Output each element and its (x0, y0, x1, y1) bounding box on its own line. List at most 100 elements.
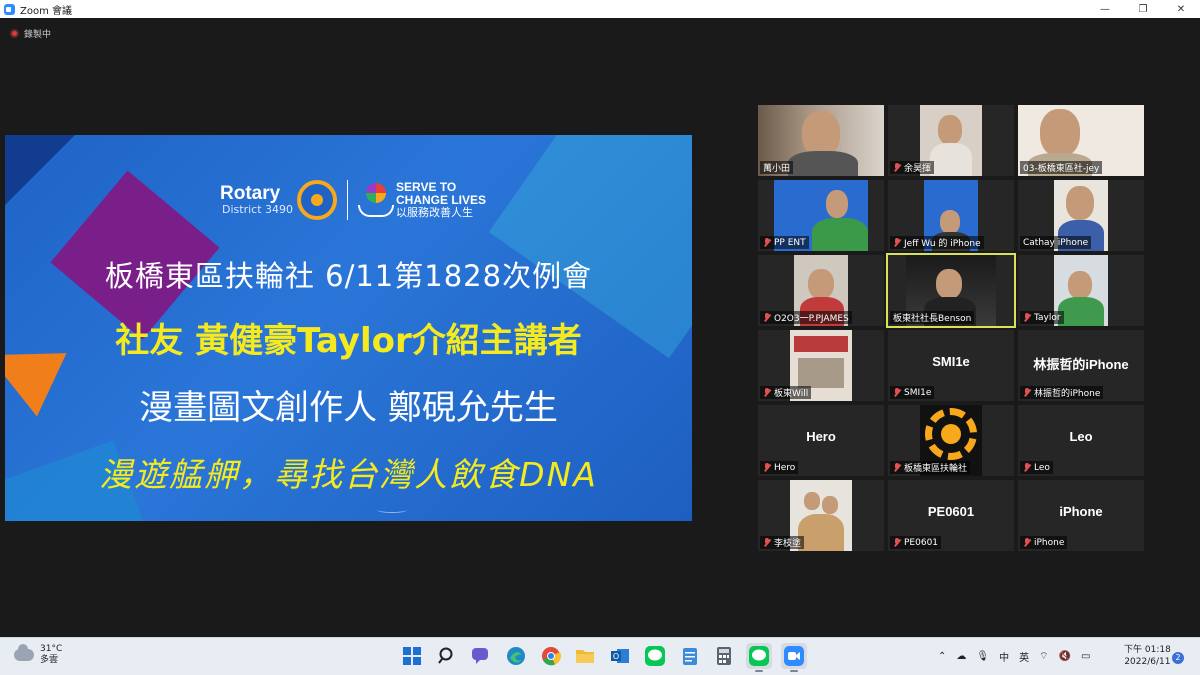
participant-name: O2O3一P.PJAMES (774, 314, 849, 324)
weather-widget[interactable]: 31°C 多雲 (14, 644, 62, 666)
participant-display-name: 林振哲的iPhone (1033, 357, 1129, 372)
participant-label: 萬小田 (760, 161, 794, 174)
participant-tile[interactable]: SMI1e SMI1e (888, 330, 1014, 401)
participant-name: SMI1e (904, 387, 932, 398)
participant-name: 板東Will (774, 389, 809, 399)
participant-label: Taylor (1020, 311, 1064, 324)
participant-tile[interactable]: Taylor (1018, 255, 1144, 326)
participant-name: Leo (1034, 462, 1050, 473)
record-icon (10, 29, 19, 38)
muted-mic-icon (893, 238, 901, 247)
recording-label: 錄製中 (24, 30, 52, 40)
slide-heading: 板橋東區扶輪社 6/11第1828次例會 (104, 259, 593, 293)
participant-label: 03-板橋東區社-jey (1020, 161, 1103, 174)
minimize-button[interactable]: — (1086, 0, 1124, 18)
participant-label: SMI1e (890, 386, 935, 399)
participant-tile[interactable]: Leo Leo (1018, 405, 1144, 476)
taskbar-apps: O (399, 643, 815, 672)
serve-hands-icon (356, 183, 396, 217)
muted-mic-icon (763, 538, 771, 547)
clock-date: 2022/6/11 (1124, 657, 1171, 667)
shared-screen: Rotary District 3490 SERVE TO CHANGE LIV… (5, 135, 692, 521)
participant-tile[interactable]: Jeff Wu 的 iPhone (888, 180, 1014, 251)
title-bar: Zoom 會議 — ❐ ✕ (0, 0, 1200, 18)
participant-display-name: iPhone (1059, 504, 1103, 519)
zoom-running-icon[interactable] (780, 643, 807, 672)
line-running-icon[interactable] (745, 643, 772, 672)
wifi-icon[interactable]: ⌔ (1039, 650, 1048, 663)
participant-name: Hero (774, 462, 796, 473)
participant-label: PE0601 (890, 536, 942, 549)
muted-mic-icon (893, 463, 901, 472)
participant-tile[interactable]: 萬小田 (758, 105, 884, 176)
search-icon[interactable] (434, 643, 460, 669)
notepad-icon[interactable] (677, 643, 703, 669)
calculator-icon[interactable] (711, 643, 737, 669)
participant-name: PP ENT (774, 237, 806, 248)
participant-tile[interactable]: 余昊揮 (888, 105, 1014, 176)
district-label: District 3490 (222, 203, 294, 216)
slide-introducer: 社友 黃健豪Taylor介紹主講者 (115, 321, 582, 361)
system-tray: ⌃ ☁ 🎙 中 英 ⌔ 🔇 ▭ (938, 649, 1100, 664)
microphone-icon[interactable]: 🎙 (976, 651, 989, 662)
participant-name: iPhone (1034, 537, 1065, 548)
notification-badge[interactable]: 2 (1172, 652, 1184, 664)
participant-label: iPhone (1020, 536, 1068, 549)
participant-name: 李枝塗 (774, 539, 802, 549)
serve-line3: 以服務改善人生 (396, 206, 474, 219)
active-speaker-tile[interactable]: 板東社社長Benson (886, 253, 1016, 328)
participant-name: 板東社社長Benson (893, 314, 972, 324)
outlook-icon[interactable]: O (607, 643, 633, 669)
rotary-name: Rotary (220, 183, 281, 204)
participant-label: O2O3一P.PJAMES (760, 311, 852, 324)
participant-tile[interactable]: PE0601 PE0601 (888, 480, 1014, 551)
clock-time: 下午 01:18 (1124, 645, 1171, 655)
slide-decor-shape (5, 135, 75, 205)
rotary-wheel-icon (297, 180, 338, 220)
participant-label: 余昊揮 (890, 161, 935, 174)
slide-signature (377, 507, 407, 513)
window-title: Zoom 會議 (20, 5, 73, 17)
participant-label: 李枝塗 (760, 536, 805, 549)
participant-display-name: Leo (1069, 429, 1093, 444)
participant-tile[interactable]: 板東Will (758, 330, 884, 401)
line-icon[interactable] (642, 643, 668, 669)
start-icon[interactable] (399, 643, 425, 669)
tray-chevron-icon[interactable]: ⌃ (938, 651, 946, 662)
recording-indicator[interactable]: 錄製中 (10, 27, 51, 40)
serve-line1: SERVE TO (396, 179, 457, 194)
participant-tile[interactable]: 03-板橋東區社-jey (1018, 105, 1144, 176)
file-explorer-icon[interactable] (572, 643, 598, 669)
window-controls: — ❐ ✕ (1086, 0, 1200, 18)
muted-mic-icon (763, 463, 771, 472)
onedrive-cloud-icon[interactable]: ☁ (956, 651, 966, 662)
close-button[interactable]: ✕ (1162, 0, 1200, 18)
maximize-button[interactable]: ❐ (1124, 0, 1162, 18)
participant-tile[interactable]: Cathay iPhone (1018, 180, 1144, 251)
muted-mic-icon (1023, 538, 1031, 547)
participant-tile[interactable]: 林振哲的iPhone 林振哲的iPhone (1018, 330, 1144, 401)
edge-icon[interactable] (503, 643, 529, 669)
tray-ime[interactable]: 英 (1019, 649, 1029, 664)
volume-icon[interactable]: 🔇 (1059, 651, 1071, 662)
serve-line2: CHANGE LIVES (396, 192, 487, 207)
participant-tile[interactable]: Hero Hero (758, 405, 884, 476)
svg-text:O: O (613, 652, 619, 661)
participant-name: Taylor (1034, 312, 1061, 323)
chat-icon[interactable] (468, 643, 494, 669)
participant-name: 03-板橋東區社-jey (1023, 164, 1100, 174)
participant-tile[interactable]: 板橋東區扶輪社 (888, 405, 1014, 476)
participant-label: Jeff Wu 的 iPhone (890, 236, 984, 249)
participant-tile[interactable]: iPhone iPhone (1018, 480, 1144, 551)
system-clock[interactable]: 下午 01:18 2022/6/11 (1124, 644, 1171, 668)
participant-tile[interactable]: PP ENT (758, 180, 884, 251)
chrome-icon[interactable] (538, 643, 564, 669)
participant-tile[interactable]: 李枝塗 (758, 480, 884, 551)
tray-lang[interactable]: 中 (999, 649, 1009, 664)
battery-icon[interactable]: ▭ (1081, 651, 1090, 662)
participant-tile[interactable]: O2O3一P.PJAMES (758, 255, 884, 326)
participant-label: 板東社社長Benson (890, 311, 975, 324)
participant-name: Jeff Wu 的 iPhone (904, 239, 981, 249)
participant-label: Cathay iPhone (1020, 236, 1092, 249)
participant-name: 林振哲的iPhone (1034, 389, 1101, 399)
